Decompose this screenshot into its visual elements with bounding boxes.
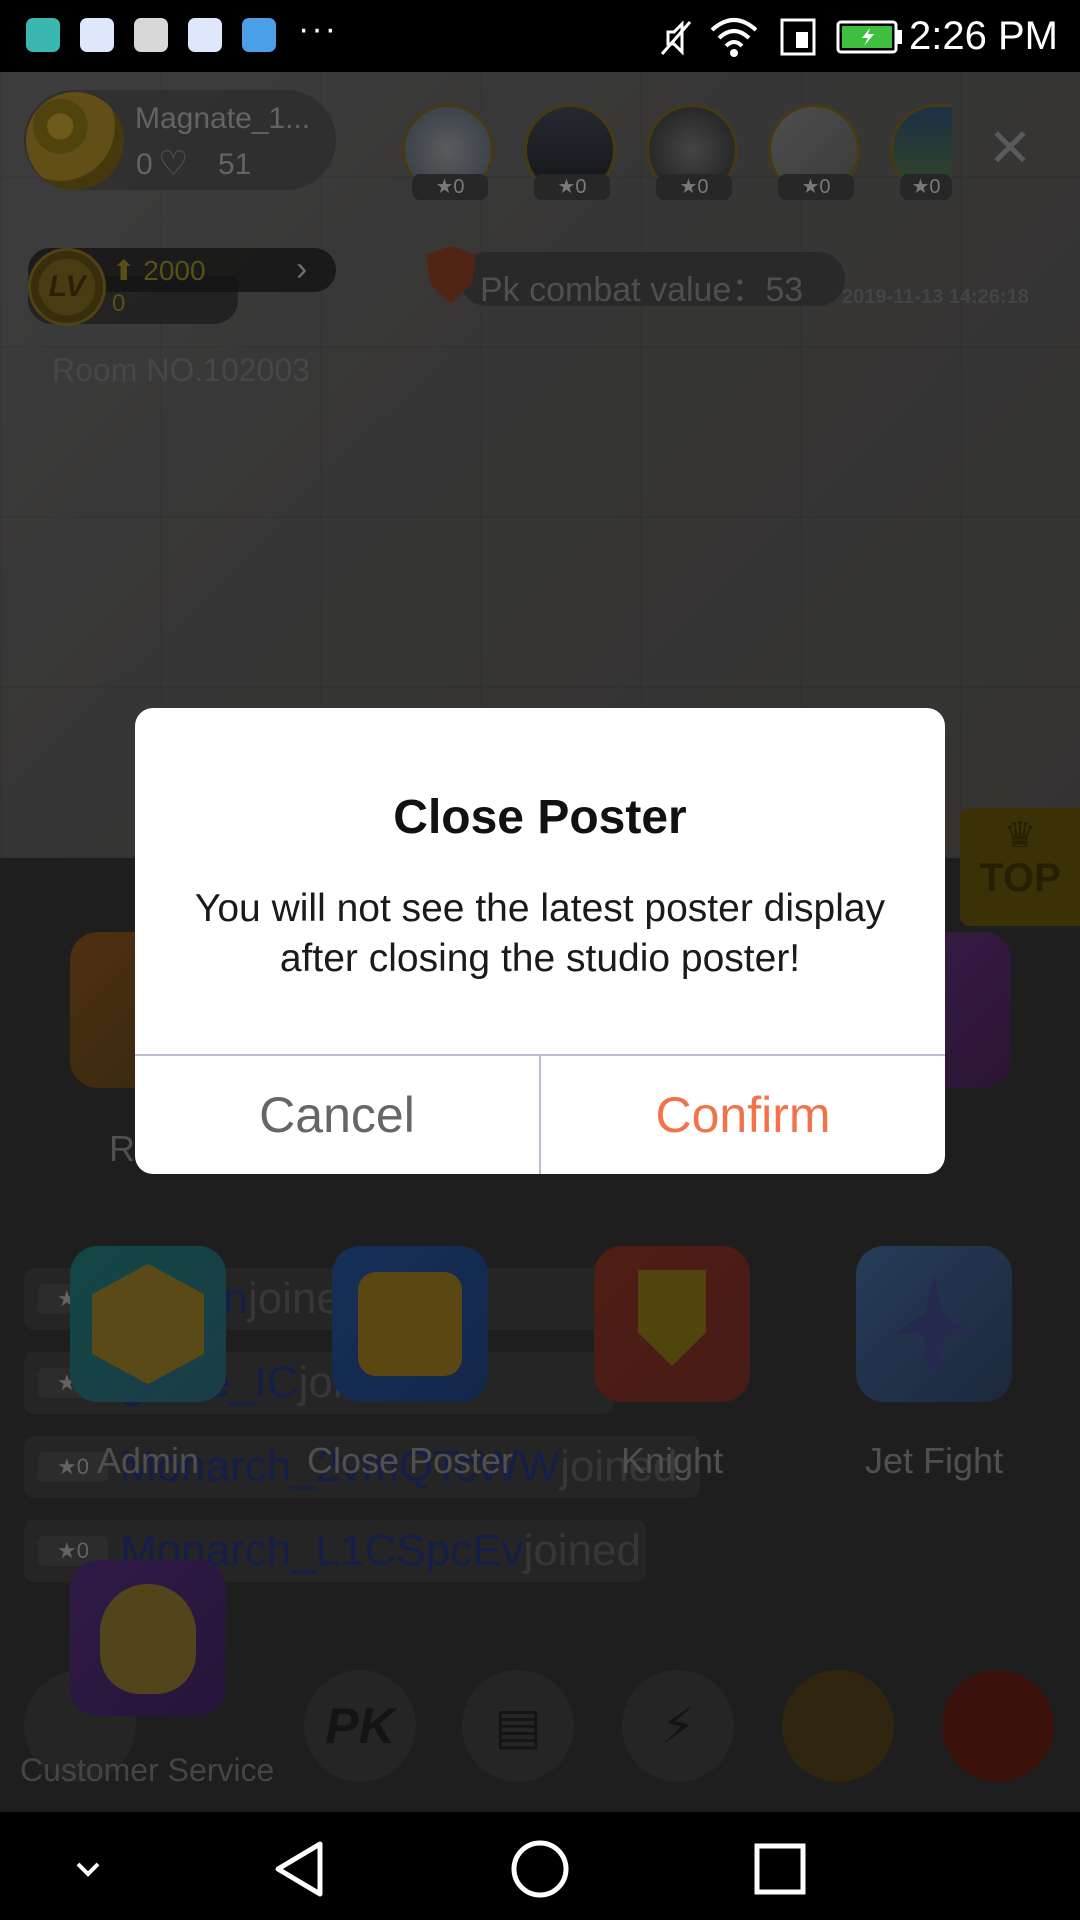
- font-a-icon: [134, 18, 168, 52]
- battery-icon: [836, 20, 902, 54]
- android-icon: [26, 18, 60, 52]
- cancel-button[interactable]: Cancel: [135, 1056, 539, 1174]
- dialog-message: You will not see the latest poster displ…: [194, 887, 886, 980]
- chevron-down-icon[interactable]: [48, 1834, 128, 1904]
- back-icon[interactable]: [260, 1834, 340, 1904]
- confirm-button[interactable]: Confirm: [541, 1056, 945, 1174]
- baidu-icon: [188, 18, 222, 52]
- baidu-icon: [80, 18, 114, 52]
- mute-icon: [660, 20, 692, 56]
- dialog-title: Close Poster: [393, 791, 687, 844]
- more-notifications-icon: ···: [298, 10, 338, 48]
- wifi-icon: [710, 18, 758, 57]
- clock: 2:26 PM: [909, 14, 1058, 58]
- home-icon[interactable]: [500, 1834, 580, 1904]
- status-bar: ··· 2:26 PM: [0, 0, 1080, 72]
- close-poster-dialog: Close Poster You will not see the latest…: [135, 708, 945, 1174]
- recents-icon[interactable]: [740, 1834, 820, 1904]
- map-icon: [242, 18, 276, 52]
- navigation-bar: [0, 1812, 1080, 1920]
- sim-icon: [780, 18, 816, 56]
